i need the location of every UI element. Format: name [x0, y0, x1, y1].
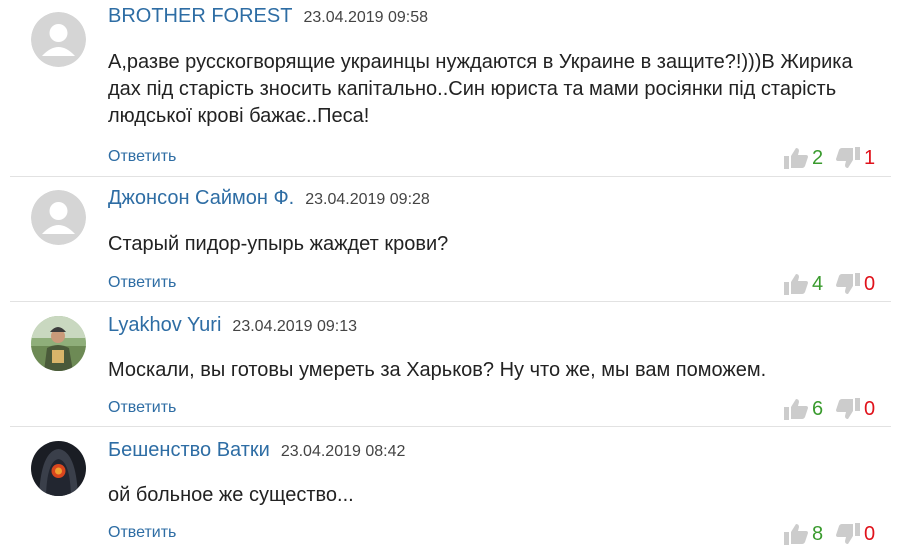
- comment-item: Джонсон Саймон Ф. 23.04.2019 09:28 Старый…: [0, 177, 921, 301]
- comment-date: 23.04.2019 09:28: [305, 191, 430, 208]
- reply-link[interactable]: Ответить: [108, 399, 176, 417]
- thumbs-up-icon: [784, 399, 808, 420]
- avatar[interactable]: [31, 441, 86, 496]
- avatar[interactable]: [31, 190, 86, 245]
- comment-date: 23.04.2019 09:58: [303, 9, 429, 26]
- dislike-count: 0: [864, 523, 876, 545]
- like-count: 8: [812, 523, 824, 545]
- vote-controls: 8 0: [784, 522, 884, 546]
- like-count: 2: [812, 147, 824, 169]
- like-button[interactable]: 2: [784, 146, 830, 170]
- dislike-button[interactable]: 1: [836, 146, 882, 170]
- thumbs-down-icon: [836, 523, 860, 544]
- like-button[interactable]: 8: [784, 522, 830, 546]
- comment-text: ой больное же существо...: [108, 484, 354, 506]
- thumbs-down-icon: [836, 147, 860, 168]
- dislike-button[interactable]: 0: [836, 397, 882, 421]
- dislike-count: 1: [864, 147, 876, 169]
- thumbs-down-icon: [836, 273, 860, 294]
- reply-link[interactable]: Ответить: [108, 148, 176, 166]
- like-count: 6: [812, 398, 824, 420]
- author-name[interactable]: Джонсон Саймон Ф.: [108, 187, 294, 209]
- hooded-figure-avatar-icon: [31, 441, 86, 496]
- comment-date: 23.04.2019 08:42: [280, 443, 406, 460]
- thumbs-up-icon: [784, 148, 808, 169]
- like-button[interactable]: 6: [784, 397, 830, 421]
- dislike-button[interactable]: 0: [836, 522, 882, 546]
- comment-text: А,разве русскогворящие украинцы нуждаютс…: [108, 51, 853, 127]
- reply-link[interactable]: Ответить: [108, 274, 176, 292]
- avatar[interactable]: [31, 316, 86, 371]
- default-avatar-icon: [31, 12, 86, 67]
- thumbs-up-icon: [784, 274, 808, 295]
- comment-text: Москали, вы готовы умереть за Харьков? Н…: [108, 359, 767, 381]
- vote-controls: 2 1: [784, 146, 884, 170]
- thumbs-up-icon: [784, 524, 808, 545]
- author-name[interactable]: BROTHER FOREST: [108, 5, 292, 27]
- dislike-count: 0: [864, 398, 876, 420]
- avatar[interactable]: [31, 12, 86, 67]
- comment-item: Lyakhov Yuri 23.04.2019 09:13 Москали, вы…: [0, 302, 921, 426]
- dislike-count: 0: [864, 273, 876, 295]
- like-button[interactable]: 4: [784, 272, 830, 296]
- vote-controls: 6 0: [784, 397, 884, 421]
- author-name[interactable]: Lyakhov Yuri: [108, 314, 221, 336]
- thumbs-down-icon: [836, 398, 860, 419]
- reply-link[interactable]: Ответить: [108, 524, 176, 542]
- vote-controls: 4 0: [784, 272, 884, 296]
- comment-item: Бешенство Ватки 23.04.2019 08:42 ой больн…: [0, 427, 921, 546]
- comment-text: Старый пидор-упырь жаждет крови?: [108, 233, 449, 255]
- dislike-button[interactable]: 0: [836, 272, 882, 296]
- comment-item: BROTHER FOREST 23.04.2019 09:58 А,разве р…: [0, 0, 921, 176]
- default-avatar-icon: [31, 190, 86, 245]
- comment-date: 23.04.2019 09:13: [232, 318, 357, 335]
- like-count: 4: [812, 273, 824, 295]
- photo-avatar-icon: [31, 316, 86, 371]
- author-name[interactable]: Бешенство Ватки: [108, 439, 270, 461]
